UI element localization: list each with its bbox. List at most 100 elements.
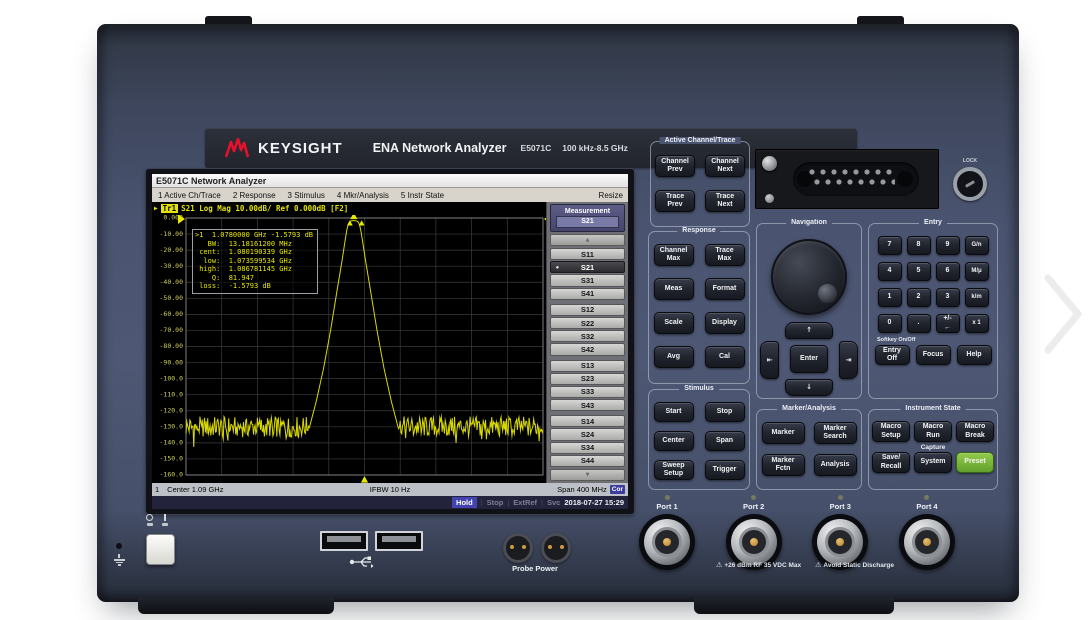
display-button[interactable]: Display (705, 312, 745, 334)
softkey-button[interactable]: S34 (550, 442, 625, 454)
keypad-key[interactable]: 0 (878, 314, 902, 333)
keypad-key[interactable]: x 1 (965, 314, 989, 333)
system-button[interactable]: System (914, 452, 952, 473)
format-button[interactable]: Format (705, 278, 745, 300)
preset-button[interactable]: Preset (956, 452, 994, 473)
softkey-button[interactable]: S22 (550, 317, 625, 329)
marker-button[interactable]: Marker (762, 422, 805, 444)
usb-port (320, 531, 368, 551)
softkey-button[interactable]: S44 (550, 455, 625, 467)
menu-item[interactable]: 4 Mkr/Analysis (331, 191, 395, 200)
keypad-key[interactable]: 3 (936, 288, 960, 307)
softkey-header-value: S21 (556, 216, 619, 228)
nav-left-button[interactable]: ⇤ (760, 341, 779, 379)
macro-run-button[interactable]: Macro Run (914, 421, 952, 442)
channel-max-button[interactable]: Channel Max (654, 244, 694, 266)
meas-button[interactable]: Meas (654, 278, 694, 300)
rotary-knob[interactable] (771, 239, 847, 315)
nav-down-button[interactable]: ↓ (785, 379, 833, 396)
entry-off-button[interactable]: Entry Off (875, 345, 910, 365)
softkey-button[interactable]: S21 (550, 261, 625, 273)
hold-status-badge: Hold (452, 497, 477, 508)
menu-item[interactable]: 3 Stimulus (282, 191, 331, 200)
power-symbols (146, 514, 168, 526)
trace-max-button[interactable]: Trace Max (705, 244, 745, 266)
menu-item[interactable]: 1 Active Ch/Trace (152, 191, 227, 200)
keypad-key[interactable]: 6 (936, 262, 960, 281)
help-button[interactable]: Help (957, 345, 992, 365)
macro-setup-button[interactable]: Macro Setup (872, 421, 910, 442)
macro-break-button[interactable]: Macro Break (956, 421, 994, 442)
marker-readout-line: BW: 13.18161200 MHz (195, 240, 313, 249)
keypad-key[interactable]: 9 (936, 236, 960, 255)
trace-prev-button[interactable]: Trace Prev (655, 190, 695, 212)
keypad-key[interactable]: G/n (965, 236, 989, 255)
softkey-scroll-down[interactable]: ▼ (550, 469, 625, 481)
marker-readout-line: cent: 1.080190339 GHz (195, 248, 313, 257)
cal-button[interactable]: Cal (705, 346, 745, 368)
plot-region: ▶ Tr1 S21 Log Mag 10.00dB/ Ref 0.000dB [… (152, 202, 546, 483)
analysis-button[interactable]: Analysis (814, 454, 857, 476)
channel-prev-button[interactable]: Channel Prev (655, 155, 695, 177)
marker-readout: >1 1.0780000 GHz -1.5793 dB BW: 13.18161… (192, 229, 318, 294)
softkey-scroll-up[interactable]: ▲ (550, 234, 625, 246)
keypad-key[interactable]: . (907, 314, 931, 333)
softkey-button[interactable]: S42 (550, 343, 625, 355)
stop-button[interactable]: Stop (705, 402, 745, 422)
nav-up-button[interactable]: ↑ (785, 322, 833, 339)
port-led-icon (838, 495, 843, 500)
softkey-button[interactable]: S43 (550, 399, 625, 411)
softkey-panel: Measurement S21 ▲ S11S21S31S41S12S22S32S… (546, 202, 628, 483)
nav-right-button[interactable]: ⇥ (839, 341, 858, 379)
menu-item[interactable]: 5 Instr State (395, 191, 450, 200)
enter-button[interactable]: Enter (790, 345, 828, 373)
keypad-key[interactable]: k/m (965, 288, 989, 307)
focus-button[interactable]: Focus (916, 345, 951, 365)
center-button[interactable]: Center (654, 431, 694, 451)
softkey-button[interactable]: S12 (550, 304, 625, 316)
datetime: 2018-07-27 15:29 (564, 498, 624, 507)
sweep-setup-button[interactable]: Sweep Setup (654, 460, 694, 480)
esd-warning-text: Avoid Static Discharge (823, 562, 894, 569)
connector-pins (809, 169, 895, 189)
menu-item[interactable]: 2 Response (227, 191, 282, 200)
keypad-key[interactable]: +/- ← (936, 314, 960, 333)
power-button[interactable] (146, 534, 175, 565)
softkey-button[interactable]: S23 (550, 373, 625, 385)
softkey-button[interactable]: S11 (550, 248, 625, 260)
keypad-key[interactable]: 8 (907, 236, 931, 255)
scale-button[interactable]: Scale (654, 312, 694, 334)
marker-fctn-button[interactable]: Marker Fctn (762, 454, 805, 476)
lock-label: LOCK (948, 158, 992, 164)
avg-button[interactable]: Avg (654, 346, 694, 368)
keypad-key[interactable]: 1 (878, 288, 902, 307)
channel-next-button[interactable]: Channel Next (705, 155, 745, 177)
keypad-key[interactable]: 4 (878, 262, 902, 281)
keypad-key[interactable]: M/μ (965, 262, 989, 281)
keypad-key[interactable]: 2 (907, 288, 931, 307)
softkey-button[interactable]: S14 (550, 415, 625, 427)
save-recall-button[interactable]: Save/ Recall (872, 452, 910, 473)
softkey-header-title: Measurement (565, 208, 610, 215)
port-led-icon (751, 495, 756, 500)
softkey-button[interactable]: S13 (550, 360, 625, 372)
softkey-button[interactable]: S24 (550, 428, 625, 440)
chevron-right-icon[interactable] (1040, 270, 1088, 358)
extref-status: ExtRef (513, 498, 537, 507)
trigger-button[interactable]: Trigger (705, 460, 745, 480)
keypad-key[interactable]: 7 (878, 236, 902, 255)
softkey-button[interactable]: S41 (550, 288, 625, 300)
start-button[interactable]: Start (654, 402, 694, 422)
keypad-key[interactable]: 5 (907, 262, 931, 281)
keylock-icon[interactable] (953, 167, 987, 201)
span-button[interactable]: Span (705, 431, 745, 451)
standby-icon (146, 514, 153, 526)
lcd-bezel: E5071C Network Analyzer 1 Active Ch/Trac… (146, 169, 634, 514)
trace-next-button[interactable]: Trace Next (705, 190, 745, 212)
ifbw-value: IFBW 10 Hz (370, 485, 410, 494)
marker-search-button[interactable]: Marker Search (814, 422, 857, 444)
menu-item-resize[interactable]: Resize (593, 191, 628, 200)
softkey-button[interactable]: S33 (550, 386, 625, 398)
softkey-button[interactable]: S32 (550, 330, 625, 342)
softkey-button[interactable]: S31 (550, 274, 625, 286)
